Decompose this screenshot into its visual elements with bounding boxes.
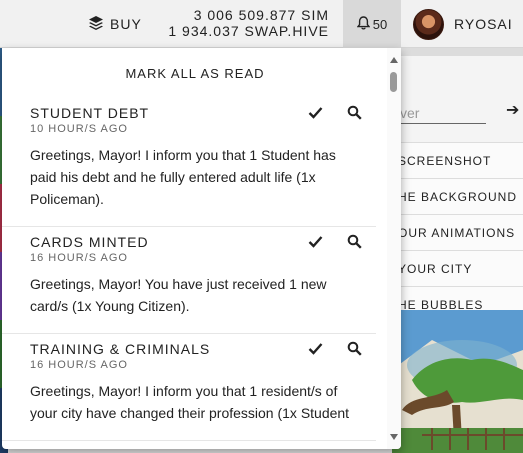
notification-actions	[308, 105, 362, 125]
notification-message: Greetings, Mayor! I inform you that 1 re…	[30, 383, 350, 421]
scroll-down-icon[interactable]	[390, 434, 398, 440]
settings-item-background[interactable]: HE BACKGROUND	[392, 178, 523, 214]
bell-icon	[356, 15, 371, 33]
username[interactable]: RYOSAI	[454, 0, 513, 48]
notification-message: Greetings, Mayor! I inform you that 1 St…	[30, 147, 336, 207]
scroll-up-icon[interactable]	[390, 57, 398, 63]
notification-message: Greetings, Mayor! You have just received…	[30, 276, 327, 314]
city-scene-image	[392, 310, 523, 453]
settings-panel: ver ➔ SCREENSHOT HE BACKGROUND OUR ANIMA…	[392, 56, 523, 322]
search-icon[interactable]	[347, 341, 362, 361]
check-icon[interactable]	[308, 234, 323, 254]
balance-sim: 3 006 509.877 SIM	[193, 7, 329, 23]
notification-item: TRAINING & CRIMINALS 16 HOUR/S AGO Greet…	[2, 334, 376, 441]
arrow-right-icon[interactable]: ➔	[506, 100, 519, 120]
notification-item: CARDS MINTED 16 HOUR/S AGO Greetings, Ma…	[2, 227, 376, 334]
layers-icon	[88, 15, 104, 34]
notification-list: STUDENT DEBT 10 HOUR/S AGO Greetings, Ma…	[2, 98, 388, 441]
search-icon[interactable]	[347, 234, 362, 254]
notifications-count: 50	[372, 16, 388, 32]
buy-button[interactable]: BUY	[88, 0, 142, 48]
mark-all-as-read-button[interactable]: MARK ALL AS READ	[2, 66, 388, 81]
check-icon[interactable]	[308, 341, 323, 361]
notifications-button[interactable]: 50	[343, 0, 401, 48]
settings-item-animations[interactable]: OUR ANIMATIONS	[392, 214, 523, 250]
settings-item-screenshot[interactable]: SCREENSHOT	[392, 142, 523, 178]
notifications-scrollbar[interactable]	[387, 48, 401, 449]
scrollbar-thumb[interactable]	[390, 72, 397, 92]
balance-swap-hive: 1 934.037 SWAP.HIVE	[168, 23, 329, 39]
notifications-dropdown: MARK ALL AS READ STUDENT DEBT 10 HOUR/S …	[2, 48, 401, 449]
check-icon[interactable]	[308, 105, 323, 125]
settings-list: SCREENSHOT HE BACKGROUND OUR ANIMATIONS …	[392, 142, 523, 322]
notification-actions	[308, 234, 362, 254]
search-input[interactable]: ver	[400, 102, 486, 124]
wallet-balances: 3 006 509.877 SIM 1 934.037 SWAP.HIVE	[168, 7, 329, 39]
notification-actions	[308, 341, 362, 361]
search-icon[interactable]	[347, 105, 362, 125]
buy-label: BUY	[110, 16, 142, 32]
avatar[interactable]	[413, 9, 444, 40]
notification-item: STUDENT DEBT 10 HOUR/S AGO Greetings, Ma…	[2, 98, 376, 227]
top-bar: BUY 3 006 509.877 SIM 1 934.037 SWAP.HIV…	[0, 0, 523, 48]
settings-item-city[interactable]: YOUR CITY	[392, 250, 523, 286]
background-right-area: ver ➔ SCREENSHOT HE BACKGROUND OUR ANIMA…	[392, 48, 523, 453]
